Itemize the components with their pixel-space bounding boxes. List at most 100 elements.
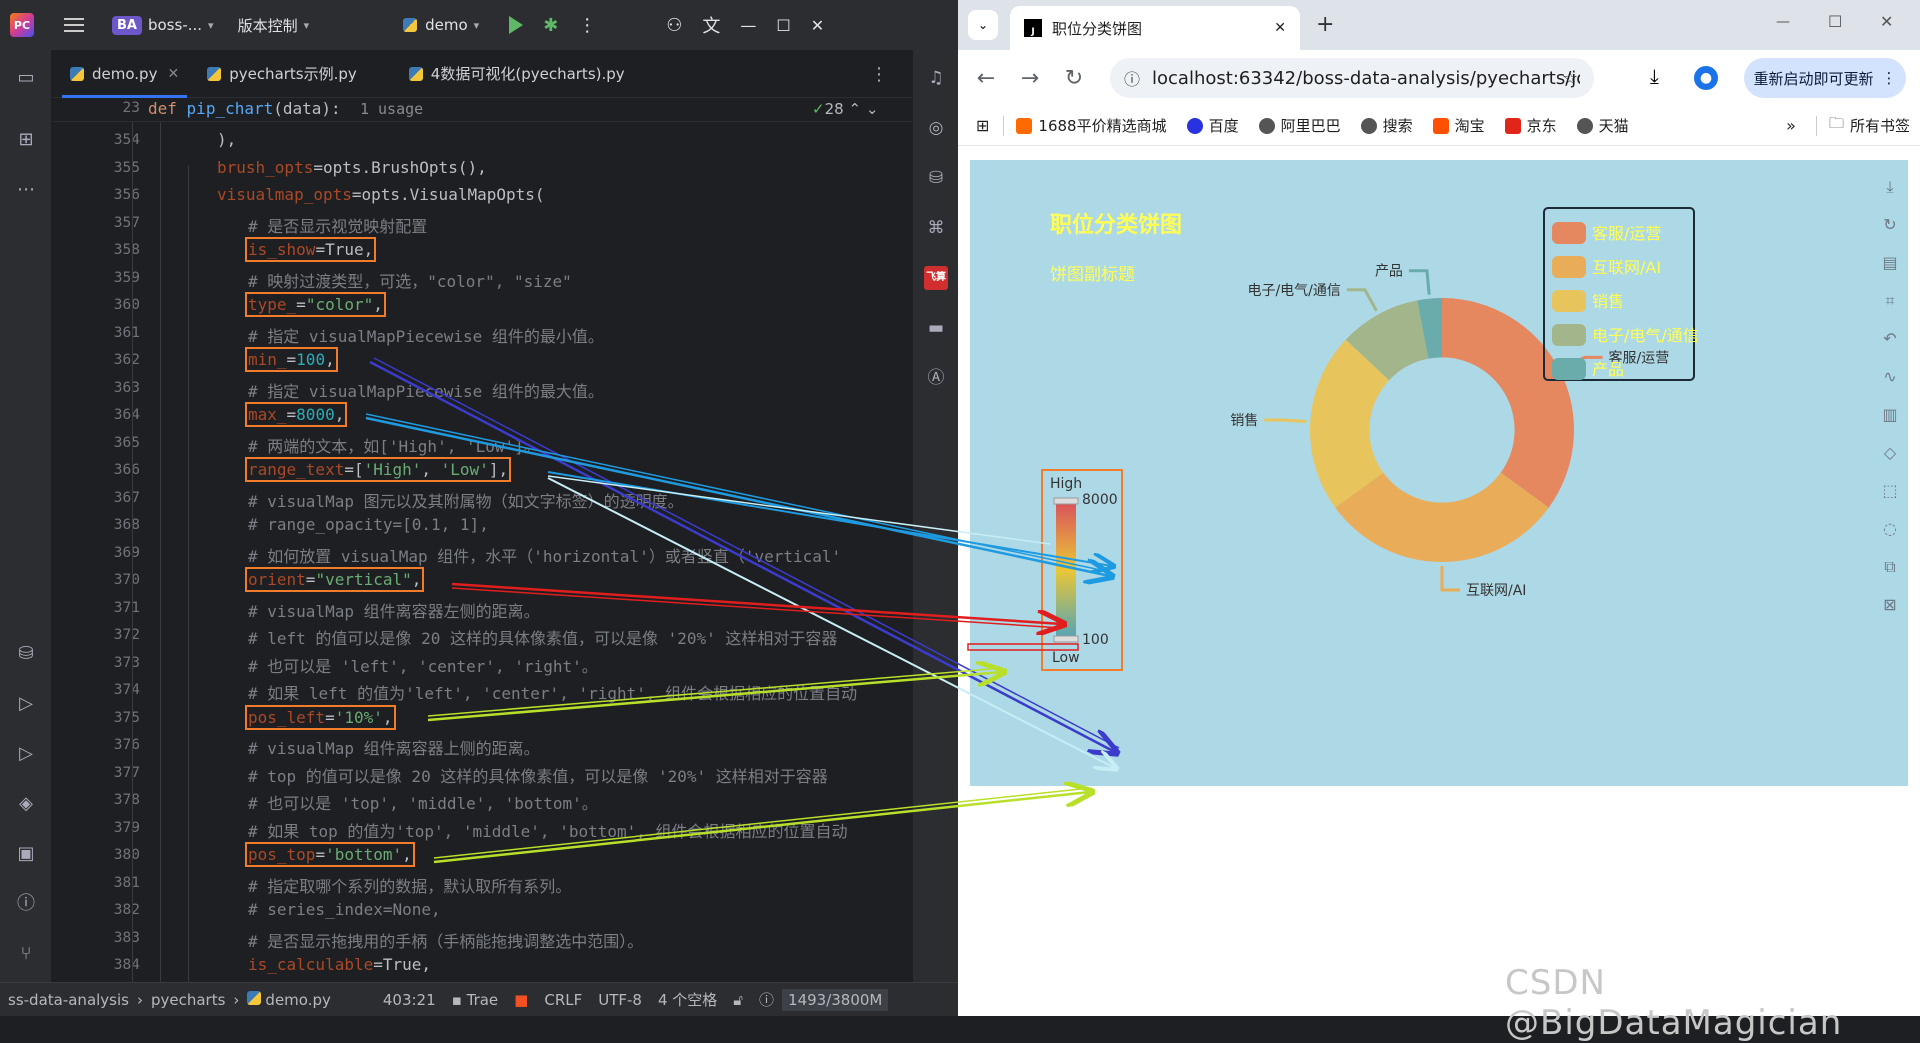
inspection-widget[interactable]: ✓28 ⌃ ⌄ bbox=[812, 100, 878, 118]
close-button[interactable]: ✕ bbox=[801, 0, 834, 50]
relaunch-update-button[interactable]: 重新启动即可更新 ⋮ bbox=[1744, 58, 1906, 98]
keep-select-icon[interactable]: ⧉ bbox=[1878, 548, 1902, 586]
vcs-menu[interactable]: 版本控制 ▾ bbox=[224, 0, 320, 50]
star-icon[interactable]: ☆ bbox=[1562, 68, 1578, 89]
bookmark-taobao[interactable]: 淘宝 bbox=[1432, 115, 1485, 136]
database-icon[interactable]: ⛁ bbox=[14, 642, 38, 666]
clear-select-icon[interactable]: ⊠ bbox=[1878, 586, 1902, 624]
translate-button[interactable]: 文 bbox=[692, 0, 730, 50]
notepad-icon[interactable]: ▬ bbox=[924, 316, 948, 340]
code-text: , bbox=[373, 295, 383, 314]
bookmark-baidu[interactable]: 百度 bbox=[1186, 115, 1239, 136]
usage-hint[interactable]: 1 usage bbox=[360, 100, 423, 118]
close-button[interactable]: ✕ bbox=[1880, 12, 1893, 31]
string-literal: 'Low' bbox=[440, 460, 489, 479]
avatar[interactable]: ● bbox=[1694, 66, 1718, 90]
visualmap-handle-bottom[interactable] bbox=[1053, 635, 1079, 643]
maximize-button[interactable]: ☐ bbox=[766, 0, 800, 50]
breadcrumb-project[interactable]: ss-data-analysis bbox=[0, 991, 137, 1009]
bar-chart-icon[interactable]: ▥ bbox=[1878, 396, 1902, 434]
bookmark-label: 阿里巴巴 bbox=[1280, 117, 1341, 135]
line-chart-icon[interactable]: ∿ bbox=[1878, 358, 1902, 396]
run-button[interactable] bbox=[489, 0, 533, 50]
run-config-selector[interactable]: demo ▾ bbox=[393, 0, 489, 50]
ide-logo[interactable]: PC bbox=[0, 0, 44, 50]
bookmark-1688[interactable]: 1688平价精选商城 bbox=[1016, 115, 1167, 136]
tab-demo-py[interactable]: demo.py ✕ bbox=[56, 50, 193, 98]
structure-icon[interactable]: ⊞ bbox=[14, 128, 38, 152]
pie-slice[interactable] bbox=[1335, 472, 1549, 562]
tabs-more-icon[interactable]: ⋮ bbox=[870, 64, 888, 85]
close-icon[interactable]: ✕ bbox=[1274, 20, 1286, 36]
breadcrumb-file[interactable]: demo.py bbox=[239, 990, 338, 1009]
reload-button[interactable]: ↻ bbox=[1052, 66, 1096, 91]
legend-swatch[interactable] bbox=[1552, 358, 1586, 380]
download-icon[interactable]: ⤓ bbox=[1650, 64, 1659, 88]
zoom-back-icon[interactable]: ↶ bbox=[1878, 320, 1902, 358]
python-console-icon[interactable]: ⌘ bbox=[924, 216, 948, 240]
all-bookmarks[interactable]: 🗀︎ 所有书签 bbox=[1829, 113, 1910, 138]
close-tab-icon[interactable]: ✕ bbox=[167, 66, 179, 82]
ai-assistant-icon[interactable]: ◎ bbox=[924, 116, 948, 140]
breadcrumb-dir[interactable]: pyecharts bbox=[143, 991, 233, 1009]
run-tool-icon[interactable]: ▷ bbox=[14, 742, 38, 766]
memory-indicator[interactable]: 1493/3800M bbox=[782, 988, 889, 1011]
indent-setting[interactable]: 4 个空格 bbox=[650, 989, 725, 1010]
minimize-button[interactable]: — bbox=[730, 0, 766, 50]
debug-button[interactable]: ✱ bbox=[533, 0, 568, 50]
project-switcher[interactable]: BA boss-... ▾ bbox=[94, 0, 224, 50]
feishu-icon[interactable]: 飞算 bbox=[924, 266, 948, 290]
trae-widget[interactable]: ▪ Trae bbox=[444, 991, 507, 1009]
more-bookmarks-icon[interactable]: » bbox=[1786, 116, 1796, 135]
layers-icon[interactable]: ◈ bbox=[14, 792, 38, 816]
forward-button[interactable]: → bbox=[1008, 66, 1052, 91]
minimize-button[interactable]: — bbox=[1776, 14, 1790, 30]
services-icon[interactable]: ▷ bbox=[14, 692, 38, 716]
save-image-icon[interactable]: ⤓ bbox=[1878, 168, 1902, 206]
more-horizontal-icon[interactable]: ⋯ bbox=[14, 178, 38, 202]
lock-icon[interactable]: 🔓︎ bbox=[725, 991, 751, 1009]
rect-select-icon[interactable]: ⬚ bbox=[1878, 472, 1902, 510]
restore-icon[interactable]: ↻ bbox=[1878, 206, 1902, 244]
apps-grid-icon[interactable]: ⊞ bbox=[976, 116, 989, 135]
tab-pyecharts-example[interactable]: pyecharts示例.py bbox=[193, 50, 371, 98]
new-tab-button[interactable]: + bbox=[1316, 12, 1334, 37]
line-separator[interactable]: CRLF bbox=[536, 991, 590, 1009]
legend-swatch[interactable] bbox=[1552, 222, 1586, 244]
back-button[interactable]: ← bbox=[964, 66, 1008, 91]
bookmark-jd[interactable]: 京东 bbox=[1504, 115, 1557, 136]
browser-tab-active[interactable]: J 职位分类饼图 ✕ bbox=[1010, 6, 1300, 50]
visualmap-handle-top[interactable] bbox=[1053, 497, 1079, 505]
stack-icon[interactable]: ◇ bbox=[1878, 434, 1902, 472]
terminal-icon[interactable]: ▣ bbox=[14, 842, 38, 866]
problems-icon[interactable]: ⓘ bbox=[14, 892, 38, 916]
folder-icon[interactable]: ▭ bbox=[14, 66, 38, 90]
warning-icon[interactable]: ⓘ bbox=[751, 989, 782, 1010]
visualmap-bar[interactable] bbox=[1056, 500, 1076, 640]
database-icon[interactable]: ⛁ bbox=[924, 166, 948, 190]
bookmark-alibaba[interactable]: 阿里巴巴 bbox=[1258, 115, 1341, 136]
line-number: 358 bbox=[113, 242, 140, 258]
legend-swatch[interactable] bbox=[1552, 256, 1586, 278]
git-icon[interactable]: ⑂ bbox=[14, 942, 38, 966]
file-encoding[interactable]: UTF-8 bbox=[590, 991, 650, 1009]
bell-icon[interactable]: ♫ bbox=[924, 66, 948, 90]
font-icon[interactable]: Ⓐ bbox=[924, 366, 948, 390]
tab-search-button[interactable]: ⌄ bbox=[968, 10, 998, 40]
info-icon[interactable]: ⓘ bbox=[1124, 66, 1140, 90]
main-menu-button[interactable] bbox=[44, 0, 94, 50]
bookmark-tmall[interactable]: 天猫 bbox=[1576, 115, 1629, 136]
zoom-icon[interactable]: ⌗ bbox=[1878, 282, 1902, 320]
legend-swatch[interactable] bbox=[1552, 290, 1586, 312]
maximize-button[interactable]: ☐ bbox=[1828, 12, 1842, 31]
more-actions-button[interactable]: ⋮ bbox=[568, 0, 606, 50]
cursor-position[interactable]: 403:21 bbox=[375, 991, 444, 1009]
bookmark-search[interactable]: 搜索 bbox=[1360, 115, 1413, 136]
legend-swatch[interactable] bbox=[1552, 324, 1586, 346]
add-user-button[interactable]: ⚇ bbox=[656, 0, 692, 50]
data-view-icon[interactable]: ▤ bbox=[1878, 244, 1902, 282]
address-bar[interactable]: ⓘ localhost:63342/boss-data-analysis/pye… bbox=[1110, 58, 1594, 98]
lasso-icon[interactable]: ◌ bbox=[1878, 510, 1902, 548]
code-editor[interactable]: 23 def pip_chart(data): 1 usage ✓28 ⌃ ⌄ … bbox=[52, 98, 912, 982]
tab-data-visualization[interactable]: 4数据可视化(pyecharts).py bbox=[395, 50, 639, 98]
